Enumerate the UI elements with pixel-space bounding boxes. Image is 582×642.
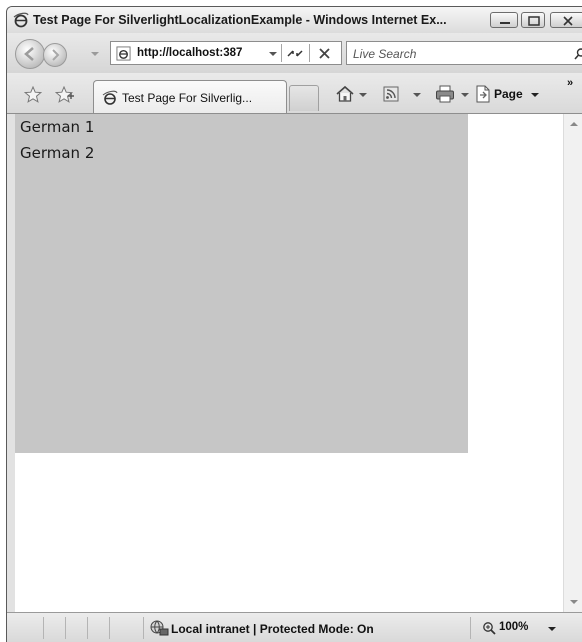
- home-icon[interactable]: [335, 85, 355, 103]
- tab-test-page[interactable]: Test Page For Silverlig...: [93, 80, 287, 113]
- maximize-icon: [522, 13, 546, 29]
- intranet-globe-icon: [149, 619, 169, 637]
- address-dropdown-icon[interactable]: [269, 52, 277, 56]
- print-dropdown-icon[interactable]: [461, 93, 469, 97]
- page-ie-icon: [116, 46, 131, 61]
- forward-button[interactable]: [43, 43, 67, 67]
- address-field[interactable]: http://localhost:387: [110, 41, 342, 65]
- search-field[interactable]: Live Search: [346, 41, 582, 65]
- scroll-up-icon[interactable]: [570, 122, 578, 126]
- zoom-level[interactable]: 100%: [499, 621, 528, 633]
- refresh-icon[interactable]: [286, 46, 304, 61]
- search-icon[interactable]: [573, 47, 582, 61]
- page-icon[interactable]: [474, 85, 492, 103]
- page-content: German 1 German 2: [15, 114, 563, 612]
- search-placeholder: Live Search: [353, 47, 416, 61]
- close-icon: [551, 13, 582, 29]
- history-dropdown-icon[interactable]: [91, 52, 99, 56]
- zoom-dropdown-icon[interactable]: [548, 627, 556, 631]
- security-zone-label[interactable]: Local intranet | Protected Mode: On: [171, 622, 374, 636]
- address-toolbar: http://localhost:387 Live Search: [7, 33, 582, 73]
- status-cell: [65, 617, 88, 639]
- browser-window: Test Page For SilverlightLocalizationExa…: [6, 6, 582, 642]
- silverlight-plugin-area[interactable]: German 1 German 2: [15, 114, 468, 453]
- forward-arrow-icon: [44, 44, 66, 66]
- status-divider: [469, 617, 471, 639]
- status-cell: [43, 617, 66, 639]
- address-separator: [309, 44, 310, 62]
- title-bar: Test Page For SilverlightLocalizationExa…: [7, 7, 582, 33]
- favorites-star-icon[interactable]: [24, 86, 42, 103]
- address-separator: [281, 44, 282, 62]
- localized-text-1: German 1: [20, 118, 94, 136]
- status-cell: [17, 617, 44, 639]
- window-title: Test Page For SilverlightLocalizationExa…: [33, 13, 447, 27]
- page-dropdown-icon[interactable]: [531, 93, 539, 97]
- status-cell: [109, 617, 144, 639]
- tab-ie-icon: [102, 90, 118, 106]
- minimize-icon: [491, 13, 519, 29]
- more-commands-chevron[interactable]: »: [567, 77, 573, 89]
- tab-command-bar: Test Page For Silverlig... Page: [7, 73, 582, 114]
- feeds-dropdown-icon[interactable]: [413, 93, 421, 97]
- vertical-scrollbar[interactable]: [563, 114, 582, 612]
- status-cell: [87, 617, 110, 639]
- back-arrow-icon: [16, 40, 44, 68]
- print-icon[interactable]: [435, 85, 455, 103]
- add-favorites-icon[interactable]: [55, 86, 75, 103]
- close-button[interactable]: [550, 12, 582, 28]
- home-dropdown-icon[interactable]: [359, 93, 367, 97]
- minimize-button[interactable]: [490, 12, 518, 28]
- localized-text-2: German 2: [20, 144, 94, 162]
- address-text: http://localhost:387: [137, 47, 242, 59]
- back-button[interactable]: [15, 39, 45, 69]
- page-menu-label[interactable]: Page: [494, 87, 523, 101]
- status-bar: Local intranet | Protected Mode: On 100%: [7, 612, 582, 642]
- scroll-down-icon[interactable]: [570, 600, 578, 604]
- tab-label: Test Page For Silverlig...: [122, 91, 252, 105]
- zoom-icon[interactable]: [482, 621, 496, 635]
- new-tab-button[interactable]: [289, 85, 319, 111]
- stop-icon[interactable]: [318, 47, 331, 60]
- ie-logo-icon: [13, 12, 29, 28]
- maximize-button[interactable]: [521, 12, 545, 28]
- feeds-icon[interactable]: [383, 86, 399, 102]
